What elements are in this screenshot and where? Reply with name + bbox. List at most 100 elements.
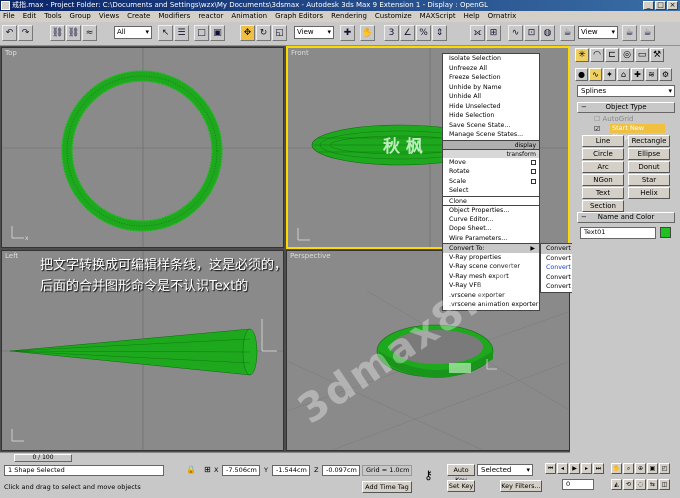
- zoom-extents-icon[interactable]: ▣: [647, 463, 658, 474]
- start-new-shape-button[interactable]: Start New Shape: [610, 124, 665, 141]
- menu-unhide-all[interactable]: Unhide All: [443, 92, 539, 102]
- menu-select[interactable]: Select: [443, 186, 539, 196]
- named-selection-dropdown[interactable]: View: [578, 26, 618, 39]
- object-name-field[interactable]: Text01: [580, 227, 656, 239]
- autogrid-checkbox[interactable]: ☐ AutoGrid: [594, 115, 633, 123]
- menu-maxscript[interactable]: MAXScript: [420, 11, 456, 22]
- orbit-icon[interactable]: ◌: [635, 479, 646, 490]
- arc-rotate-icon[interactable]: ⟲: [623, 479, 634, 490]
- ngon-button[interactable]: NGon: [582, 174, 624, 186]
- menu-move[interactable]: Move: [443, 158, 539, 168]
- hierarchy-tab-icon[interactable]: ⊏: [605, 48, 619, 62]
- rect-selection-icon[interactable]: □: [194, 25, 209, 41]
- key-icon[interactable]: ⚷: [424, 468, 433, 482]
- menu-customize[interactable]: Customize: [375, 11, 412, 22]
- menu-create[interactable]: Create: [127, 11, 150, 22]
- key-mode-dropdown[interactable]: Selected: [477, 464, 533, 476]
- create-tab-icon[interactable]: ✳: [575, 48, 589, 62]
- menu-animation[interactable]: Animation: [231, 11, 267, 22]
- window-crossing-icon[interactable]: ▣: [210, 25, 225, 41]
- object-type-rollout[interactable]: Object Type: [577, 102, 675, 113]
- menu-tools[interactable]: Tools: [44, 11, 61, 22]
- menu-dope-sheet[interactable]: Dope Sheet...: [443, 224, 539, 234]
- menu-unfreeze-all[interactable]: Unfreeze All: [443, 64, 539, 74]
- menu-hide-unselected[interactable]: Hide Unselected: [443, 102, 539, 112]
- menu-views[interactable]: Views: [99, 11, 119, 22]
- rectangle-button[interactable]: Rectangle: [628, 135, 670, 147]
- menu-help[interactable]: Help: [464, 11, 480, 22]
- lock-icon[interactable]: 🔒: [186, 465, 196, 474]
- select-move-icon[interactable]: ✥: [240, 25, 255, 41]
- menu-manage-scene-states[interactable]: Manage Scene States...: [443, 130, 539, 140]
- viewport-label-front[interactable]: Front: [291, 49, 309, 57]
- menu-modifiers[interactable]: Modifiers: [158, 11, 190, 22]
- pan-view-icon[interactable]: ✋: [611, 463, 622, 474]
- menu-file[interactable]: File: [3, 11, 15, 22]
- go-to-end-icon[interactable]: ⏭: [593, 463, 604, 474]
- menu-curve-editor[interactable]: Curve Editor...: [443, 215, 539, 225]
- menu-rendering[interactable]: Rendering: [331, 11, 367, 22]
- y-coordinate-field[interactable]: -1.544cm: [272, 465, 310, 476]
- undo-icon[interactable]: ↶: [2, 25, 17, 41]
- menu-ornatrix[interactable]: Ornatrix: [488, 11, 517, 22]
- unlink-icon[interactable]: ⛓: [66, 25, 81, 41]
- curve-editor-icon[interactable]: ∿: [508, 25, 523, 41]
- menu-scale[interactable]: Scale: [443, 177, 539, 187]
- modify-tab-icon[interactable]: ◠: [590, 48, 604, 62]
- menu-object-properties[interactable]: Object Properties...: [443, 205, 539, 215]
- start-new-shape-checkbox[interactable]: ☑: [594, 125, 600, 133]
- zoom-all-icon[interactable]: ⊕: [635, 463, 646, 474]
- space-warps-icon[interactable]: ≋: [645, 68, 658, 81]
- snap-toggle-icon[interactable]: 3: [384, 25, 399, 41]
- systems-icon[interactable]: ⚙: [659, 68, 672, 81]
- next-frame-icon[interactable]: ▸: [581, 463, 592, 474]
- material-editor-icon[interactable]: ◍: [540, 25, 555, 41]
- maximize-viewport-icon[interactable]: ◰: [659, 463, 670, 474]
- ellipse-button[interactable]: Ellipse: [628, 148, 670, 160]
- donut-button[interactable]: Donut: [628, 161, 670, 173]
- bind-space-warp-icon[interactable]: ≈: [82, 25, 97, 41]
- viewport-label-perspective[interactable]: Perspective: [290, 252, 331, 260]
- select-object-icon[interactable]: ↖: [158, 25, 173, 41]
- time-slider[interactable]: 0 / 100: [14, 454, 72, 462]
- shapes-icon[interactable]: ∿: [589, 68, 602, 81]
- menu-save-scene-state[interactable]: Save Scene State...: [443, 121, 539, 131]
- lights-icon[interactable]: ✦: [603, 68, 616, 81]
- menu-freeze-selection[interactable]: Freeze Selection: [443, 73, 539, 83]
- mirror-icon[interactable]: ⟗: [470, 25, 485, 41]
- spinner-snap-icon[interactable]: ⇕: [432, 25, 447, 41]
- current-frame-field[interactable]: 0: [562, 479, 594, 490]
- shape-category-dropdown[interactable]: Splines: [577, 85, 675, 97]
- render-scene-icon[interactable]: ☕: [560, 25, 575, 41]
- walk-through-icon[interactable]: ⇆: [647, 479, 658, 490]
- redo-icon[interactable]: ↷: [18, 25, 33, 41]
- schematic-view-icon[interactable]: ⊡: [524, 25, 539, 41]
- absolute-mode-icon[interactable]: ⊞: [204, 465, 211, 474]
- minimize-button[interactable]: _: [643, 1, 654, 10]
- play-icon[interactable]: ▶: [569, 463, 580, 474]
- previous-frame-icon[interactable]: ◂: [557, 463, 568, 474]
- render-last-icon[interactable]: ☕: [640, 25, 655, 41]
- z-coordinate-field[interactable]: -0.097cm: [322, 465, 360, 476]
- field-of-view-icon[interactable]: ◭: [611, 479, 622, 490]
- viewport-top[interactable]: x Top: [1, 47, 284, 248]
- quick-render-icon[interactable]: ☕: [622, 25, 637, 41]
- name-and-color-rollout[interactable]: Name and Color: [577, 212, 675, 223]
- arc-button[interactable]: Arc: [582, 161, 624, 173]
- motion-tab-icon[interactable]: ◎: [620, 48, 634, 62]
- display-tab-icon[interactable]: ▭: [635, 48, 649, 62]
- align-icon[interactable]: ⊞: [486, 25, 501, 41]
- settings-box-icon[interactable]: [531, 169, 536, 174]
- menu-isolate-selection[interactable]: Isolate Selection: [443, 54, 539, 64]
- text-button[interactable]: Text: [582, 187, 624, 199]
- select-scale-icon[interactable]: ◱: [272, 25, 287, 41]
- line-button[interactable]: Line: [582, 135, 624, 147]
- select-rotate-icon[interactable]: ↻: [256, 25, 271, 41]
- add-time-tag-button[interactable]: Add Time Tag: [362, 481, 412, 493]
- auto-key-button[interactable]: Auto Key: [447, 464, 475, 484]
- reference-coord-dropdown[interactable]: View: [294, 26, 334, 39]
- circle-button[interactable]: Circle: [582, 148, 624, 160]
- settings-box-icon[interactable]: [531, 159, 536, 165]
- star-button[interactable]: Star: [628, 174, 670, 186]
- helix-button[interactable]: Helix: [628, 187, 670, 199]
